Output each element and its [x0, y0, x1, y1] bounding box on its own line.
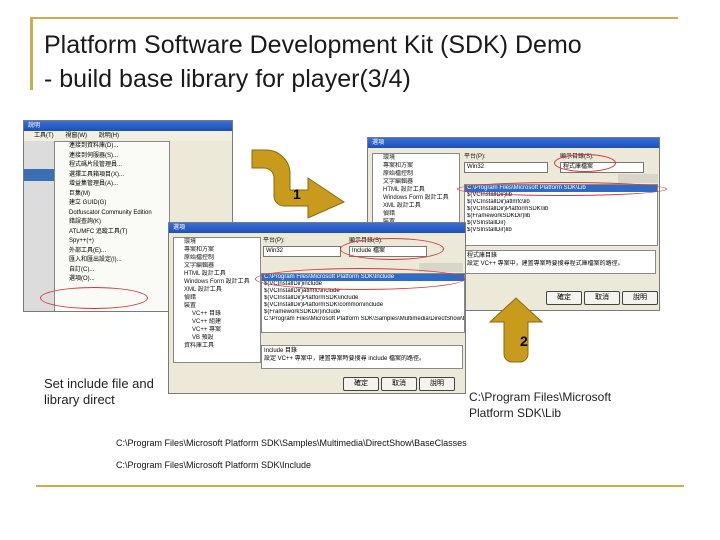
- path-row[interactable]: $(VCInstallDir)atlmfc\lib: [465, 199, 657, 206]
- desc-text: 設定 VC++ 專案中，建置專案時要搜尋 include 檔案的路徑。: [264, 356, 426, 362]
- tools-menu-item[interactable]: 連接到伺服器(S)...: [55, 152, 169, 162]
- tools-menu-item[interactable]: 增益集管理員(A)...: [55, 180, 169, 190]
- platform-label: 平台(P):: [263, 238, 285, 244]
- tools-menu-item[interactable]: 建立 GUID(G): [55, 199, 169, 209]
- library-description: 程式庫目錄 設定 VC++ 專案中，建置專案時要搜尋程式庫檔案的路徑。: [464, 250, 656, 274]
- tools-menu-item[interactable]: Spy++(+): [55, 237, 169, 247]
- tree-item[interactable]: Windows Form 設計工具: [174, 278, 260, 286]
- tools-menu: 連接到資料庫(D)... 連接到伺服器(S)... 程式碼片段管理員... 選擇…: [54, 141, 170, 311]
- desc-title: 程式庫目錄: [467, 253, 498, 259]
- tree-item[interactable]: 文字編輯器: [373, 178, 459, 186]
- tree-item[interactable]: 偵錯: [174, 294, 260, 302]
- path-baseclasses: C:\Program Files\Microsoft Platform SDK\…: [116, 438, 467, 448]
- highlight-include-combo: [340, 238, 444, 260]
- path-include: C:\Program Files\Microsoft Platform SDK\…: [116, 460, 312, 470]
- highlight-library-combo: [554, 154, 616, 172]
- tree-item[interactable]: VC++ 專案: [174, 326, 260, 334]
- ide-menubar: 工具(T) 視窗(W) 說明(H): [24, 131, 232, 141]
- ide-side-panel: [24, 141, 54, 311]
- cancel-button[interactable]: 取消: [381, 377, 417, 391]
- cancel-button[interactable]: 取消: [584, 291, 620, 305]
- tools-menu-item[interactable]: ATL/MFC 追蹤工具(T): [55, 228, 169, 238]
- path-row[interactable]: $(VCInstallDir)PlatformSDK\common\includ…: [262, 302, 464, 309]
- tree-item[interactable]: 環境: [373, 154, 459, 162]
- tree-item[interactable]: Windows Form 設計工具: [373, 194, 459, 202]
- title-line-2: - build base library for player(3/4): [44, 65, 411, 93]
- path-row[interactable]: $(FrameworkSDKDir)lib: [465, 213, 657, 220]
- tree-item[interactable]: 原始檔控制: [373, 170, 459, 178]
- tools-menu-item[interactable]: 自訂(C)...: [55, 266, 169, 276]
- tree-item[interactable]: 文字編輯器: [174, 262, 260, 270]
- tools-menu-item[interactable]: 巨集(M): [55, 190, 169, 200]
- tree-item[interactable]: 專案和方案: [373, 162, 459, 170]
- path-toolbar: [618, 174, 658, 183]
- tree-item[interactable]: HTML 設計工具: [373, 186, 459, 194]
- tools-menu-item[interactable]: Dotfuscator Community Edition: [55, 209, 169, 219]
- dialog-caption: 選項: [169, 223, 465, 233]
- note-left-line-1: Set include file and: [44, 376, 154, 391]
- accent-rule-top: [30, 17, 678, 19]
- note-lib-path: C:\Program Files\Microsoft Platform SDK\…: [469, 389, 611, 421]
- tree-item[interactable]: 裝置: [174, 302, 260, 310]
- tools-menu-item[interactable]: 外部工具(E)...: [55, 247, 169, 257]
- tree-item-vc-directories[interactable]: VC++ 目錄: [174, 310, 260, 318]
- accent-rule-left: [30, 18, 33, 90]
- accent-rule-bottom: [36, 485, 684, 487]
- desc-text: 設定 VC++ 專案中，建置專案時要搜尋程式庫檔案的路徑。: [467, 261, 624, 267]
- options-tree: 環境 專案和方案 原始檔控制 文字編輯器 HTML 設計工具 Windows F…: [173, 237, 261, 363]
- ok-button[interactable]: 確定: [343, 377, 379, 391]
- highlight-include-paths: [255, 268, 465, 290]
- tree-item[interactable]: XML 設計工具: [174, 286, 260, 294]
- step-2-label: 2: [520, 333, 528, 349]
- tree-item[interactable]: XML 設計工具: [373, 202, 459, 210]
- path-row[interactable]: $(VSInstallDir)lib: [465, 227, 657, 234]
- ide-blue-strip: [24, 169, 54, 181]
- tree-item[interactable]: 環境: [174, 238, 260, 246]
- tools-menu-item[interactable]: 選擇工具箱項目(X)...: [55, 171, 169, 181]
- note-include-library: Set include file and library direct: [44, 376, 154, 408]
- tree-item[interactable]: 資料庫工具: [174, 342, 260, 350]
- menu-window[interactable]: 視窗(W): [65, 133, 87, 139]
- tree-item[interactable]: HTML 設計工具: [174, 270, 260, 278]
- highlight-library-path: [457, 182, 667, 196]
- note-right-line-1: C:\Program Files\Microsoft: [469, 390, 612, 404]
- tools-menu-item[interactable]: 連接到資料庫(D)...: [55, 142, 169, 152]
- title-line-1: Platform Software Development Kit (SDK) …: [44, 31, 582, 59]
- tree-item[interactable]: VC++ 組建: [174, 318, 260, 326]
- arrow-step-2-icon: [488, 297, 544, 363]
- ok-button[interactable]: 確定: [546, 291, 582, 305]
- step-1-label: 1: [293, 186, 301, 202]
- tools-menu-item-options[interactable]: 選項(O)...: [55, 275, 169, 285]
- platform-label: 平台(P):: [464, 154, 486, 160]
- path-row[interactable]: $(VCInstallDir)PlatformSDK\lib: [465, 206, 657, 213]
- platform-combo[interactable]: Win32: [263, 246, 341, 257]
- include-description: Include 目錄 設定 VC++ 專案中，建置專案時要搜尋 include …: [261, 345, 463, 369]
- ide-caption: 說明: [24, 121, 232, 131]
- note-right-line-2: Platform SDK\Lib: [469, 406, 562, 420]
- highlight-options-menu-item: [40, 287, 148, 309]
- path-row[interactable]: C:\Program Files\Microsoft Platform SDK\…: [262, 316, 464, 323]
- dialog-caption: 選項: [368, 138, 659, 148]
- tools-menu-item[interactable]: 匯入和匯出設定(I)...: [55, 256, 169, 266]
- menu-tools[interactable]: 工具(T): [34, 133, 54, 139]
- slide-title: Platform Software Development Kit (SDK) …: [44, 28, 704, 96]
- platform-combo[interactable]: Win32: [464, 162, 548, 173]
- help-button[interactable]: 說明: [419, 377, 455, 391]
- path-row[interactable]: $(FrameworkSDKDir)include: [262, 309, 464, 316]
- path-row[interactable]: $(VCInstallDir)PlatformSDK\include: [262, 295, 464, 302]
- arrow-step-1-icon: [251, 149, 346, 219]
- tools-menu-item[interactable]: 程式碼片段管理員...: [55, 161, 169, 171]
- note-left-line-2: library direct: [44, 392, 115, 407]
- desc-title: Include 目錄: [264, 348, 298, 354]
- tree-item[interactable]: VB 預設: [174, 334, 260, 342]
- menu-help[interactable]: 說明(H): [99, 133, 119, 139]
- path-row[interactable]: $(VSInstallDir): [465, 220, 657, 227]
- tools-menu-item[interactable]: 錯誤查詢(K): [55, 218, 169, 228]
- tree-item[interactable]: 原始檔控制: [174, 254, 260, 262]
- tree-item[interactable]: 專案和方案: [174, 246, 260, 254]
- help-button[interactable]: 說明: [622, 291, 658, 305]
- tree-item[interactable]: 偵錯: [373, 210, 459, 218]
